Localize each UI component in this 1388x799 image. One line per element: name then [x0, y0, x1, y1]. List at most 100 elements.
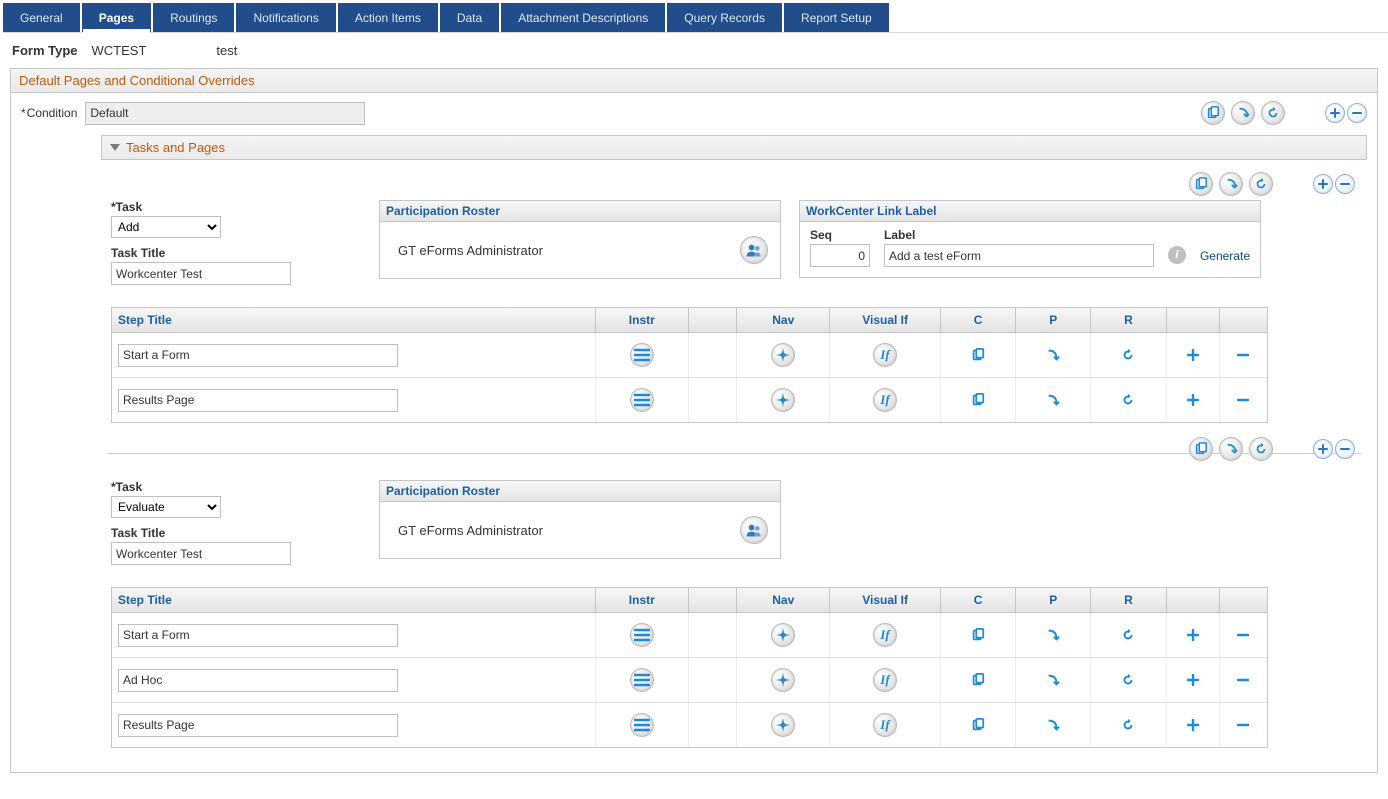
- copy-icon[interactable]: [968, 715, 988, 735]
- paste-icon[interactable]: [1043, 345, 1063, 365]
- add-row-button[interactable]: [1183, 345, 1203, 365]
- copy-icon[interactable]: [1201, 101, 1225, 125]
- task-select[interactable]: Add: [111, 216, 221, 238]
- visual-if-icon[interactable]: If: [873, 713, 897, 737]
- reset-icon[interactable]: [1118, 715, 1138, 735]
- paste-icon[interactable]: [1219, 437, 1243, 461]
- reset-icon[interactable]: [1261, 101, 1285, 125]
- tasks-pages-title: Tasks and Pages: [126, 140, 225, 155]
- nav-icon[interactable]: [771, 343, 795, 367]
- task-title-label: Task Title: [111, 526, 361, 540]
- nav-icon[interactable]: [771, 388, 795, 412]
- delete-row-button[interactable]: [1233, 625, 1253, 645]
- add-row-button[interactable]: [1325, 103, 1345, 123]
- paste-icon[interactable]: [1231, 101, 1255, 125]
- paste-icon[interactable]: [1043, 715, 1063, 735]
- add-row-button[interactable]: [1313, 439, 1333, 459]
- delete-row-button[interactable]: [1233, 670, 1253, 690]
- add-row-button[interactable]: [1313, 174, 1333, 194]
- paste-icon[interactable]: [1043, 625, 1063, 645]
- tab-attachment-descriptions[interactable]: Attachment Descriptions: [501, 3, 665, 32]
- step-title-field[interactable]: [118, 344, 398, 367]
- svg-text:If: If: [879, 347, 891, 362]
- task-select[interactable]: Evaluate: [111, 496, 221, 518]
- label-label: Label: [884, 228, 1154, 242]
- label-field[interactable]: [884, 244, 1154, 267]
- roster-header: Participation Roster: [380, 201, 780, 222]
- tab-general[interactable]: General: [3, 3, 80, 32]
- default-pages-group: Default Pages and Conditional Overrides …: [10, 68, 1378, 773]
- step-title-field[interactable]: [118, 389, 398, 412]
- visual-if-icon[interactable]: If: [873, 388, 897, 412]
- instr-icon[interactable]: [630, 623, 654, 647]
- roster-box: Participation Roster GT eForms Administr…: [379, 480, 781, 559]
- generate-link[interactable]: Generate: [1200, 249, 1250, 263]
- col-r: R: [1091, 308, 1166, 332]
- step-title-field[interactable]: [118, 714, 398, 737]
- nav-icon[interactable]: [771, 668, 795, 692]
- copy-icon[interactable]: [968, 345, 988, 365]
- step-row: If: [112, 613, 1267, 658]
- reset-icon[interactable]: [1249, 437, 1273, 461]
- copy-icon[interactable]: [1189, 437, 1213, 461]
- paste-icon[interactable]: [1043, 390, 1063, 410]
- tab-report-setup[interactable]: Report Setup: [784, 3, 889, 32]
- seq-field[interactable]: [810, 244, 870, 267]
- paste-icon[interactable]: [1043, 670, 1063, 690]
- add-row-button[interactable]: [1183, 670, 1203, 690]
- visual-if-icon[interactable]: If: [873, 623, 897, 647]
- reset-icon[interactable]: [1118, 625, 1138, 645]
- reset-icon[interactable]: [1118, 390, 1138, 410]
- steps-header-row: Step Title Instr Nav Visual If C P R: [112, 308, 1267, 333]
- add-row-button[interactable]: [1183, 715, 1203, 735]
- seq-label: Seq: [810, 228, 870, 242]
- tab-action-items[interactable]: Action Items: [338, 3, 438, 32]
- add-row-button[interactable]: [1183, 390, 1203, 410]
- paste-icon[interactable]: [1219, 172, 1243, 196]
- copy-icon[interactable]: [1189, 172, 1213, 196]
- reset-icon[interactable]: [1118, 345, 1138, 365]
- form-type-row: Form Type WCTEST test: [12, 43, 1378, 58]
- task-title-field[interactable]: [111, 542, 291, 565]
- delete-row-button[interactable]: [1233, 715, 1253, 735]
- tasks-pages-header[interactable]: Tasks and Pages: [101, 135, 1367, 160]
- add-row-button[interactable]: [1183, 625, 1203, 645]
- instr-icon[interactable]: [630, 713, 654, 737]
- step-title-field[interactable]: [118, 624, 398, 647]
- step-title-field[interactable]: [118, 669, 398, 692]
- tab-pages[interactable]: Pages: [82, 3, 151, 32]
- people-icon[interactable]: [740, 236, 768, 264]
- tab-query-records[interactable]: Query Records: [667, 3, 782, 32]
- tab-routings[interactable]: Routings: [153, 3, 234, 32]
- reset-icon[interactable]: [1249, 172, 1273, 196]
- instr-icon[interactable]: [630, 668, 654, 692]
- copy-icon[interactable]: [968, 670, 988, 690]
- task-icon-cluster: [1189, 437, 1273, 461]
- tab-notifications[interactable]: Notifications: [236, 3, 335, 32]
- task-title-field[interactable]: [111, 262, 291, 285]
- col-add: [1167, 308, 1220, 332]
- tab-data[interactable]: Data: [440, 3, 499, 32]
- nav-icon[interactable]: [771, 713, 795, 737]
- delete-row-button[interactable]: [1335, 439, 1355, 459]
- people-icon[interactable]: [740, 516, 768, 544]
- condition-field: [85, 102, 365, 125]
- col-nav: Nav: [737, 308, 830, 332]
- visual-if-icon[interactable]: If: [873, 343, 897, 367]
- delete-row-button[interactable]: [1347, 103, 1367, 123]
- delete-row-button[interactable]: [1233, 390, 1253, 410]
- visual-if-icon[interactable]: If: [873, 668, 897, 692]
- instr-icon[interactable]: [630, 343, 654, 367]
- copy-icon[interactable]: [968, 625, 988, 645]
- tasks-pages-group: Tasks and Pages Task Add Task Title: [101, 135, 1367, 762]
- task-label: Task: [111, 480, 361, 494]
- delete-row-button[interactable]: [1233, 345, 1253, 365]
- instr-icon[interactable]: [630, 388, 654, 412]
- nav-icon[interactable]: [771, 623, 795, 647]
- collapse-icon[interactable]: [110, 144, 120, 151]
- delete-row-button[interactable]: [1335, 174, 1355, 194]
- form-type-label: Form Type: [12, 43, 78, 58]
- copy-icon[interactable]: [968, 390, 988, 410]
- reset-icon[interactable]: [1118, 670, 1138, 690]
- col-r: R: [1091, 588, 1166, 612]
